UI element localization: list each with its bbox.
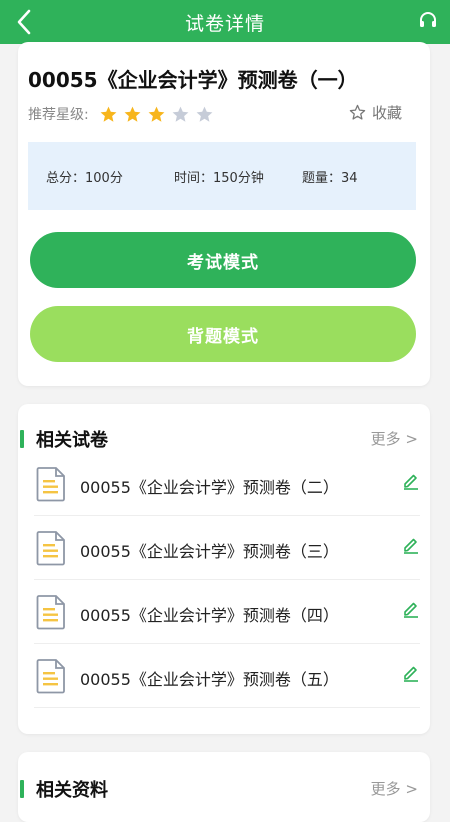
edit-icon[interactable] — [402, 600, 420, 618]
headset-icon — [420, 12, 436, 27]
related-paper-item[interactable]: 00055《企业会计学》预测卷（三） — [34, 518, 420, 580]
edit-icon[interactable] — [402, 664, 420, 682]
related-paper-item[interactable]: 00055《企业会计学》预测卷（五） — [34, 646, 420, 708]
related-paper-item[interactable]: 00055《企业会计学》预测卷（四） — [34, 582, 420, 644]
headset-button[interactable] — [416, 8, 440, 32]
related-paper-title: 00055《企业会计学》预测卷（三） — [80, 542, 339, 561]
related-materials-more-link[interactable]: 更多 > — [371, 778, 418, 799]
star-filled-icon — [148, 106, 165, 122]
total-score: 总分：100分 — [46, 171, 123, 186]
star-rating — [99, 105, 214, 124]
related-paper-title: 00055《企业会计学》预测卷（五） — [80, 670, 339, 689]
document-icon — [36, 659, 65, 694]
related-materials-heading: 相关资料 — [36, 780, 108, 801]
question-count: 题量：34 — [302, 171, 358, 186]
document-icon — [36, 467, 65, 502]
edit-icon[interactable] — [402, 536, 420, 554]
related-papers-heading: 相关试卷 — [36, 430, 108, 451]
rating-label: 推荐星级: — [28, 107, 89, 123]
related-paper-title: 00055《企业会计学》预测卷（四） — [80, 606, 339, 625]
top-bar: 试卷详情 — [0, 0, 450, 44]
star-empty-icon — [196, 106, 213, 122]
paper-title: 00055《企业会计学》预测卷（一） — [28, 68, 358, 92]
star-outline-icon — [349, 104, 366, 120]
star-filled-icon — [100, 106, 117, 122]
related-paper-item[interactable]: 00055《企业会计学》预测卷（二） — [34, 454, 420, 516]
related-papers-card: 相关试卷 更多 > 00055《企业会计学》预测卷（二） 00055《企业会计学… — [18, 404, 430, 734]
paper-detail-card: 00055《企业会计学》预测卷（一） 推荐星级: 收藏 总分：100分 时间：1… — [18, 42, 430, 386]
related-materials-card: 相关资料 更多 > — [18, 752, 430, 822]
edit-icon[interactable] — [402, 472, 420, 490]
stats-box: 总分：100分 时间：150分钟 题量：34 — [28, 142, 416, 210]
star-empty-icon — [172, 106, 189, 122]
favorite-button[interactable]: 收藏 — [349, 102, 402, 123]
related-papers-more-link[interactable]: 更多 > — [371, 428, 418, 449]
exam-time: 时间：150分钟 — [174, 171, 264, 186]
section-accent-bar — [20, 430, 24, 448]
document-icon — [36, 595, 65, 630]
section-accent-bar — [20, 780, 24, 798]
recite-mode-button[interactable]: 背题模式 — [30, 306, 416, 362]
star-filled-icon — [124, 106, 141, 122]
related-papers-header: 相关试卷 更多 > — [18, 426, 430, 454]
exam-mode-button[interactable]: 考试模式 — [30, 232, 416, 288]
back-button[interactable] — [10, 6, 38, 38]
chevron-left-icon — [17, 9, 31, 35]
related-paper-title: 00055《企业会计学》预测卷（二） — [80, 478, 339, 497]
favorite-label: 收藏 — [371, 104, 402, 122]
document-icon — [36, 531, 65, 566]
rating-row: 推荐星级: — [28, 104, 214, 124]
page-title: 试卷详情 — [184, 12, 265, 35]
